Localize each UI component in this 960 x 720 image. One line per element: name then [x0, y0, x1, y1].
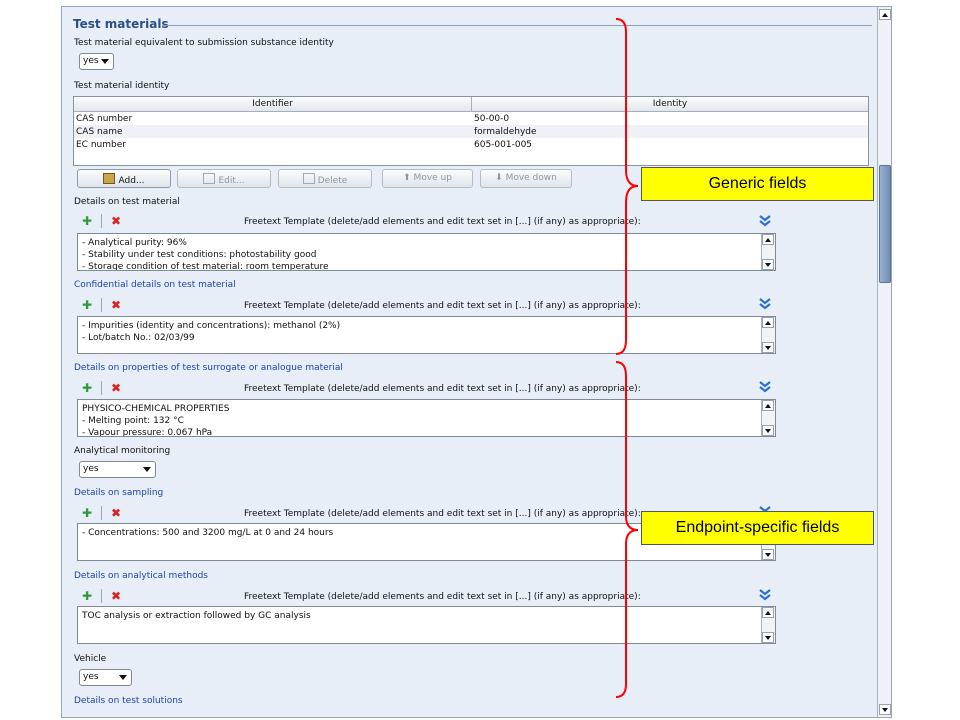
generic-fields-callout: Generic fields: [641, 167, 874, 201]
endpoint-fields-callout: Endpoint-specific fields: [641, 511, 874, 545]
generic-brace: [615, 18, 639, 355]
annotation-braces: [615, 18, 639, 698]
endpoint-brace: [615, 361, 639, 698]
